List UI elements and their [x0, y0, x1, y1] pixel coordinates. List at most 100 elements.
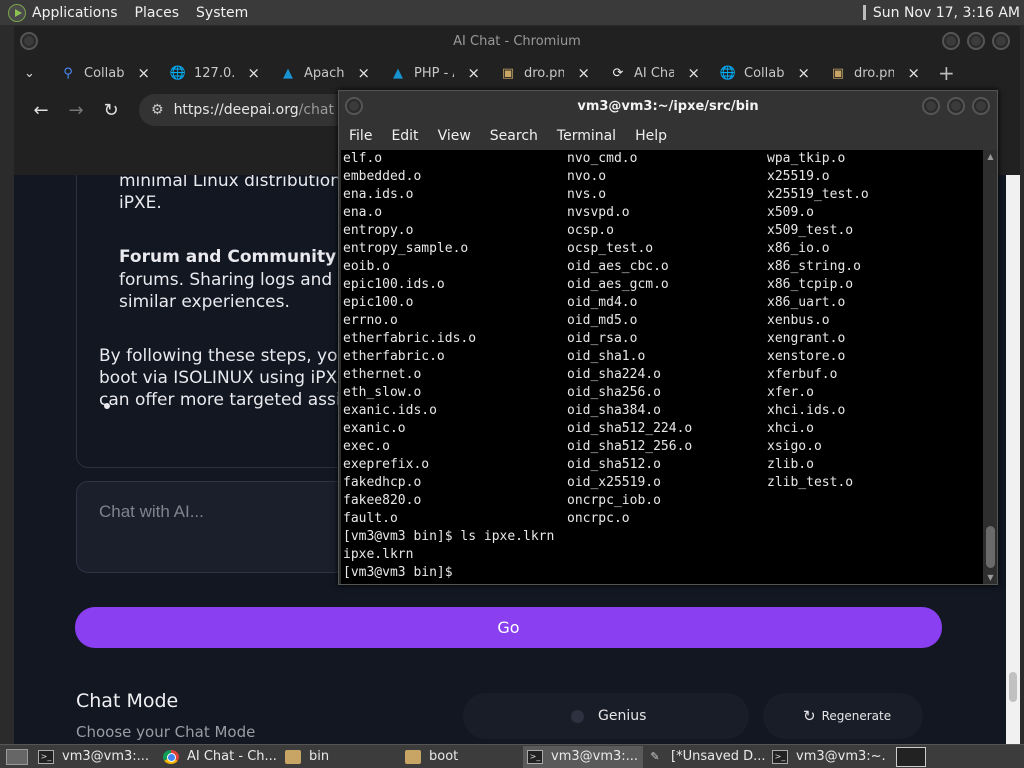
maximize-icon[interactable] [947, 97, 965, 115]
window-menu-icon[interactable] [20, 32, 38, 50]
file-name: xenbus.o [767, 313, 830, 328]
tab-collab[interactable]: ⚲ Collab × [52, 60, 162, 86]
window-menu-icon[interactable] [345, 97, 363, 115]
terminal-screen[interactable]: elf.o nvo_cmd.o wpa_tkip.o embedded.o nvo.o x… [341, 150, 983, 584]
file-name: exanic.ids.o [343, 403, 437, 418]
reload-icon[interactable]: ↻ [96, 95, 126, 125]
back-arrow-icon[interactable]: ← [26, 95, 56, 125]
scroll-up-icon[interactable]: ▲ [986, 152, 995, 161]
chat-input-box [76, 481, 376, 573]
ai-answer-card [76, 175, 376, 468]
search-icon: ⚲ [63, 65, 73, 81]
terminal-icon: >_ [527, 749, 543, 764]
menu-edit[interactable]: Edit [391, 128, 418, 144]
minimize-icon[interactable] [922, 97, 940, 115]
new-tab-button[interactable]: + [938, 61, 955, 85]
close-tab-icon[interactable]: × [357, 64, 370, 82]
regenerate-label: Regenerate [821, 709, 892, 723]
tab-apache[interactable]: ▲ Apache × [272, 60, 382, 86]
chat-input[interactable] [99, 502, 359, 522]
tab-php[interactable]: ▲ PHP - A × [382, 60, 492, 86]
top-panel: Applications Places System Sun Nov 17, 3… [0, 0, 1024, 25]
taskbar-item-text-editor[interactable]: ✎ [*Unsaved D... [643, 746, 768, 768]
close-tab-icon[interactable]: × [467, 64, 480, 82]
tab-strip: ⌄ ⚲ Collab × 🌐 127.0.0 × ▲ Apache × ▲ PH… [14, 56, 1020, 90]
tab-label: 127.0.0 [194, 65, 234, 81]
chromium-titlebar[interactable]: AI Chat - Chromium [14, 26, 1020, 56]
file-name: oncrpc_iob.o [567, 493, 661, 508]
maximize-icon[interactable] [967, 32, 985, 50]
taskbar-item-terminal-2[interactable]: >_ vm3@vm3:... [523, 745, 643, 768]
taskbar-item-terminal-1[interactable]: >_ vm3@vm3:... [34, 746, 159, 768]
taskbar-item-terminal-3[interactable]: >_ vm3@vm3:~... [768, 746, 886, 768]
scrollbar-thumb[interactable] [1009, 672, 1017, 702]
answer-text-line: forums. Sharing logs and sp [119, 270, 358, 290]
go-button[interactable]: Go [75, 607, 942, 648]
close-tab-icon[interactable]: × [687, 64, 700, 82]
close-window-icon[interactable] [972, 97, 990, 115]
genius-label: Genius [598, 708, 647, 724]
image-file-icon: ▣ [831, 65, 845, 81]
close-tab-icon[interactable]: × [247, 64, 260, 82]
genius-mode-button[interactable]: Genius [463, 693, 749, 739]
terminal-icon: >_ [772, 749, 788, 764]
tab-search-chevron-icon[interactable]: ⌄ [24, 66, 44, 81]
tab-collab-2[interactable]: 🌐 Collab × [712, 60, 822, 86]
file-name: exec.o [343, 439, 390, 454]
file-name: oid_sha384.o [567, 403, 661, 418]
file-name: elf.o [343, 151, 383, 166]
show-desktop-icon[interactable] [6, 748, 28, 765]
terminal-scrollbar[interactable]: ▲ ▼ [984, 150, 997, 584]
close-window-icon[interactable] [992, 32, 1010, 50]
terminal-window-title: vm3@vm3:~/ipxe/src/bin [577, 98, 759, 114]
panel-separator [862, 5, 866, 20]
tab-localhost[interactable]: 🌐 127.0.0 × [162, 60, 272, 86]
close-tab-icon[interactable]: × [907, 64, 920, 82]
clock[interactable]: Sun Nov 17, 3:16 AM [873, 5, 1020, 21]
tab-label: Collab [744, 65, 784, 81]
taskbar-label: vm3@vm3:... [62, 749, 150, 764]
file-name: exanic.o [343, 421, 406, 436]
file-name: ethernet.o [343, 367, 422, 382]
menu-help[interactable]: Help [635, 128, 667, 144]
minimize-icon[interactable] [942, 32, 960, 50]
applications-menu[interactable]: Applications [32, 5, 118, 21]
workspace-switcher[interactable] [896, 746, 926, 767]
tab-ai-chat[interactable]: ⟳ AI Cha × [602, 60, 712, 86]
file-name: ena.o [343, 205, 383, 220]
file-name: eth_slow.o [343, 385, 422, 400]
regenerate-button[interactable]: ↻ Regenerate [763, 693, 923, 739]
taskbar-label: vm3@vm3:~... [796, 749, 886, 764]
tab-dro-png[interactable]: ▣ dro.pn × [492, 60, 602, 86]
scrollbar-thumb[interactable] [986, 526, 995, 568]
scroll-down-icon[interactable]: ▼ [986, 573, 995, 582]
file-name: nvsvpd.o [567, 205, 630, 220]
close-tab-icon[interactable]: × [577, 64, 590, 82]
menu-view[interactable]: View [438, 128, 471, 144]
refresh-icon: ↻ [803, 707, 816, 725]
menu-file[interactable]: File [349, 128, 372, 144]
forward-arrow-icon[interactable]: → [61, 95, 91, 125]
menu-search[interactable]: Search [490, 128, 538, 144]
taskbar-item-chromium[interactable]: AI Chat - Ch... [159, 746, 281, 768]
close-tab-icon[interactable]: × [797, 64, 810, 82]
taskbar-item-bin-folder[interactable]: bin [281, 746, 401, 768]
taskbar: >_ vm3@vm3:... AI Chat - Ch... bin boot … [0, 744, 1024, 768]
system-menu[interactable]: System [196, 5, 248, 21]
site-settings-icon[interactable]: ⚙ [151, 102, 164, 118]
file-name: oid_sha224.o [567, 367, 661, 382]
folder-icon [285, 749, 301, 764]
address-bar[interactable]: ⚙ https://deepai.org/chat [139, 94, 359, 126]
answer-text-line: boot via ISOLINUX using iPXE [99, 368, 348, 388]
menu-terminal[interactable]: Terminal [557, 128, 616, 144]
taskbar-item-boot-folder[interactable]: boot [401, 746, 523, 768]
places-menu[interactable]: Places [135, 5, 180, 21]
shell-prompt[interactable]: [vm3@vm3 bin]$ [343, 564, 460, 582]
answer-text-line: can offer more targeted assist [99, 390, 357, 410]
close-tab-icon[interactable]: × [137, 64, 150, 82]
page-scrollbar[interactable] [1006, 175, 1020, 744]
tab-dro-png-2[interactable]: ▣ dro.pn × [822, 60, 932, 86]
terminal-titlebar[interactable]: vm3@vm3:~/ipxe/src/bin [339, 91, 997, 121]
url-host: https://deepai.org [173, 102, 299, 118]
distro-logo-icon[interactable] [8, 3, 26, 22]
